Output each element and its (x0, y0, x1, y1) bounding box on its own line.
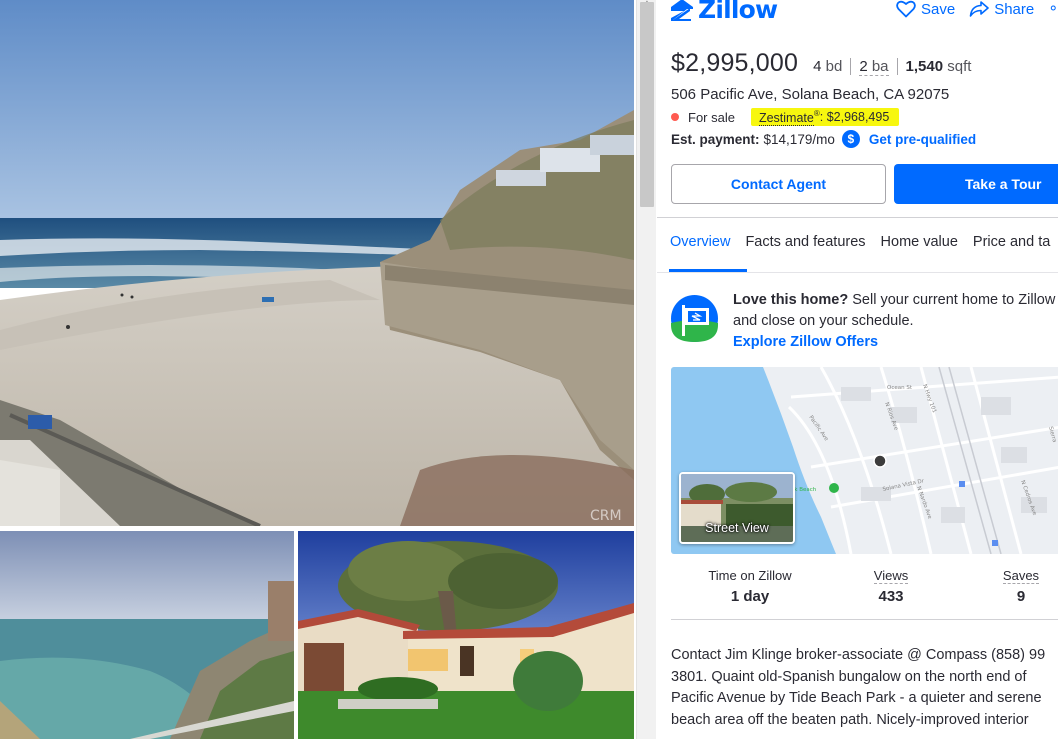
details-tabs: Overview Facts and features Home value P… (670, 234, 1058, 250)
share-button[interactable]: Share (969, 0, 1034, 18)
beds-count: 4 (813, 58, 822, 75)
promo-heading: Love this home? (733, 292, 849, 308)
photo-house-exterior[interactable] (298, 531, 634, 739)
listing-description: Contact Jim Klinge broker-associate @ Co… (671, 645, 1058, 731)
zillow-logo[interactable]: Zillow (670, 0, 778, 24)
map-label-park-beach: rk Beach (792, 487, 817, 493)
baths-underline: 2 ba (859, 58, 889, 76)
location-map[interactable]: Ocean St N Hwy 101 N Rios Ave Pacific Av… (671, 367, 1058, 554)
sqft-fact: 1,540 sqft (896, 58, 980, 75)
photo-gallery: CRM (0, 0, 636, 739)
payment-row: Est. payment: $14,179/mo $ Get pre-quali… (671, 129, 976, 149)
listing-details-panel: Zillow Save Share ∘∘ $2,995,000 4 bd (657, 0, 1058, 739)
share-label: Share (994, 0, 1035, 18)
section-divider (657, 217, 1058, 218)
promo-body: Sell your current home to Zillow (848, 292, 1056, 308)
listing-price: $2,995,000 (671, 49, 799, 77)
price-row: $2,995,000 4 bd 2 ba 1,540 sqft (671, 49, 979, 78)
promo-text: Love this home? Sell your current home t… (733, 290, 1058, 353)
take-a-tour-button[interactable]: Take a Tour (894, 164, 1058, 204)
save-label: Save (921, 0, 956, 18)
photo-ocean-view[interactable] (0, 531, 294, 739)
street-view-label: Street View (705, 521, 769, 535)
zestimate[interactable]: Zestimate®: $2,968,495 (750, 108, 900, 126)
details-header: Zillow Save Share ∘∘ (670, 0, 1058, 26)
description-line: Pacific Avenue by Tide Beach Park - a qu… (671, 690, 1042, 706)
photo-watermark: CRM (590, 508, 622, 524)
tab-facts-and-features[interactable]: Facts and features (745, 234, 865, 250)
zestimate-label: Zestimate (758, 110, 814, 126)
description-line: Contact Jim Klinge broker-associate @ Co… (671, 647, 1046, 663)
sqft-unit: sqft (947, 58, 972, 75)
tab-price-and-tax[interactable]: Price and ta (973, 234, 1050, 250)
stat-value-saves: 9 (1016, 588, 1026, 605)
sqft-count: 1,540 (905, 58, 944, 75)
status-row: For sale Zestimate®: $2,968,495 (671, 107, 900, 127)
contact-agent-button[interactable]: Contact Agent (671, 164, 886, 204)
stat-views[interactable]: Views 433 (851, 567, 931, 605)
tab-home-value[interactable]: Home value (881, 234, 958, 250)
beds-fact: 4 bd (813, 58, 850, 75)
heart-icon (896, 0, 916, 18)
zestimate-value: : $2,968,495 (819, 110, 890, 125)
baths-fact[interactable]: 2 ba (850, 58, 896, 76)
stat-time-on-zillow: Time on Zillow 1 day (691, 567, 809, 605)
map-label-ocean-st: Ocean St (887, 385, 913, 391)
home-facts: 4 bd 2 ba 1,540 sqft (813, 58, 980, 76)
zillow-offers-promo: Love this home? Sell your current home t… (671, 290, 1058, 350)
tab-overview[interactable]: Overview (670, 234, 730, 250)
baths-count: 2 (859, 58, 868, 75)
description-line: 3801. Quaint old-Spanish bungalow on the… (671, 668, 1027, 685)
scrollbar-thumb[interactable] (640, 2, 654, 207)
beds-unit: bd (825, 58, 843, 75)
promo-body-line2: and close on your schedule. (733, 313, 914, 329)
home-sign-icon (671, 295, 718, 342)
more-options-icon[interactable]: ∘∘ (1048, 1, 1058, 17)
stat-value-views: 433 (878, 588, 904, 605)
status-badge: For sale (688, 109, 735, 125)
description-line: beach area off the beaten path. Nicely-i… (671, 711, 1029, 728)
status-dot-icon (671, 113, 679, 121)
share-arrow-icon (969, 1, 990, 17)
listing-stats: Time on Zillow 1 day Views 433 Saves 9 (671, 567, 1058, 617)
stat-label-views: Views (873, 568, 909, 584)
payment-value: $14,179/mo (763, 131, 835, 147)
get-prequalified-link[interactable]: Get pre-qualified (869, 132, 976, 147)
tabs-divider (657, 272, 1058, 273)
dollar-icon: $ (841, 130, 860, 148)
stat-label-time: Time on Zillow (708, 568, 792, 583)
stat-value-time: 1 day (730, 588, 770, 605)
baths-unit: ba (871, 58, 889, 75)
stats-divider (671, 619, 1058, 620)
payment-label: Est. payment: (671, 131, 760, 147)
stat-label-saves: Saves (1002, 568, 1040, 584)
zillow-logo-icon (671, 0, 693, 21)
explore-zillow-offers-link[interactable]: Explore Zillow Offers (733, 332, 1058, 353)
header-actions: Save Share ∘∘ (896, 0, 1058, 18)
stat-saves[interactable]: Saves 9 (991, 567, 1051, 605)
zillow-logo-text: Zillow (698, 0, 778, 24)
gallery-scrollbar[interactable]: ▲ (636, 0, 656, 739)
save-button[interactable]: Save (896, 0, 955, 18)
street-view-thumbnail[interactable]: Street View (679, 472, 795, 544)
main-photo-beach[interactable]: CRM (0, 0, 634, 526)
listing-address: 506 Pacific Ave, Solana Beach, CA 92075 (671, 86, 950, 103)
